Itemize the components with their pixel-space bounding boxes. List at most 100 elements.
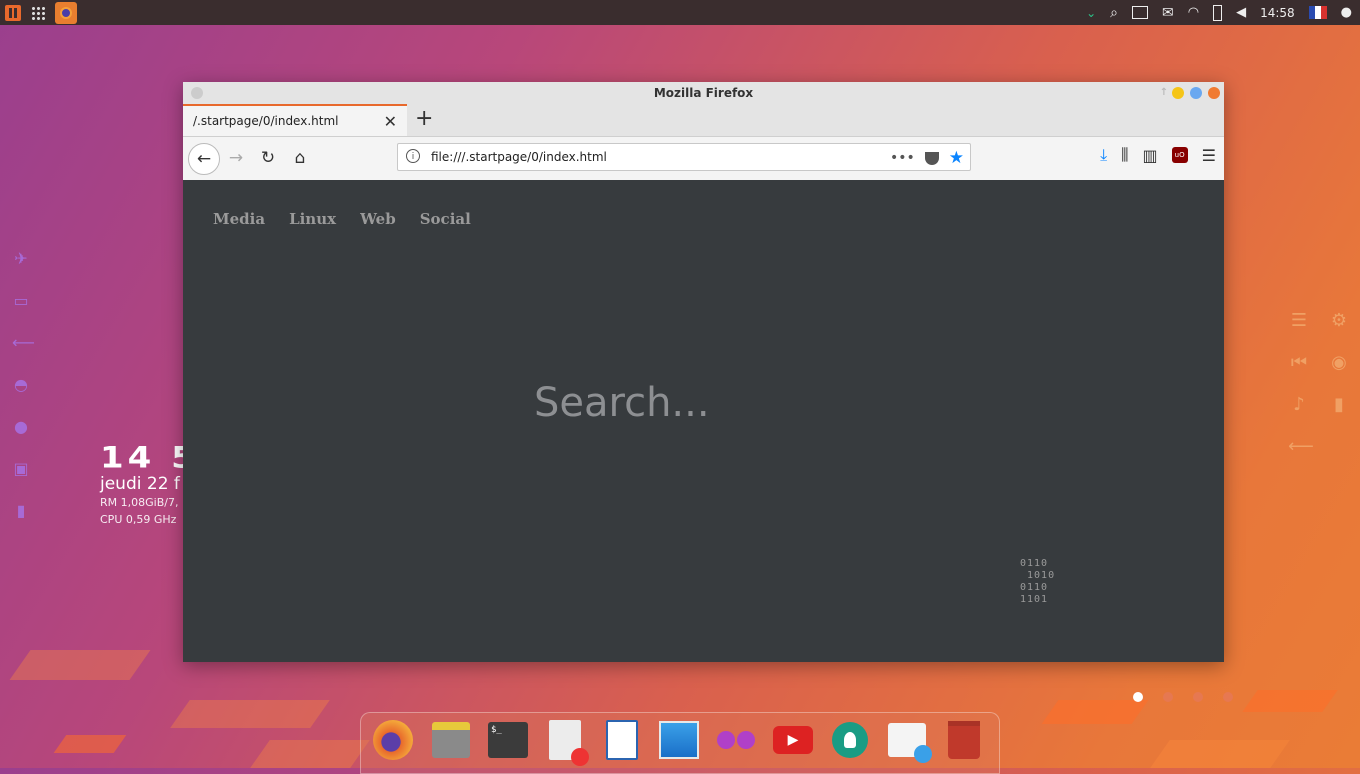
- flag-fr-icon[interactable]: [1308, 6, 1327, 19]
- chevron-down-icon[interactable]: ⌄: [1086, 6, 1096, 20]
- trash-icon: [948, 721, 980, 759]
- right-launcher-bar-2: ⚙ ◉ ▮: [1328, 310, 1350, 416]
- startpage-link-linux[interactable]: Linux: [289, 210, 336, 228]
- dock-youtube[interactable]: ▶: [772, 719, 814, 761]
- dock-terminal[interactable]: $_: [487, 719, 529, 761]
- left-launcher-bar: ✈ ▭ ⟵ ◓ ● ▣ ▮: [12, 250, 35, 520]
- dock-software-store[interactable]: [886, 719, 932, 763]
- dock-files[interactable]: [430, 719, 472, 761]
- eye-icon[interactable]: ◉: [1328, 352, 1350, 374]
- bg-tile: [1150, 740, 1290, 768]
- reload-button[interactable]: ↻: [253, 143, 283, 173]
- dock-screenshot[interactable]: [658, 719, 700, 761]
- tab-bar: /.startpage/0/index.html ✕ +: [183, 104, 1224, 137]
- pocket-icon[interactable]: [924, 151, 939, 165]
- workspace-dot[interactable]: [1193, 692, 1203, 702]
- screenshot-icon: [659, 721, 699, 759]
- dock-settings[interactable]: [829, 719, 871, 761]
- bar-chart-icon[interactable]: ▮: [1328, 394, 1350, 416]
- info-icon[interactable]: i: [406, 149, 420, 163]
- window-titlebar[interactable]: Mozilla Firefox ↑: [183, 82, 1224, 104]
- arrow-left-icon[interactable]: ⟵: [12, 334, 35, 352]
- lock-icon[interactable]: ▣: [12, 460, 30, 478]
- workspace-dot[interactable]: [1223, 692, 1233, 702]
- tab-title: /.startpage/0/index.html: [193, 114, 339, 128]
- window-icon[interactable]: [1131, 6, 1148, 19]
- airplane-icon[interactable]: ✈: [12, 250, 30, 268]
- youtube-icon: ▶: [773, 726, 813, 754]
- wifi-icon[interactable]: ◠: [1188, 5, 1199, 20]
- bg-tile: [9, 650, 151, 680]
- home-button[interactable]: ⌂: [285, 143, 315, 173]
- dock-music[interactable]: [715, 719, 757, 761]
- arrow-left-icon[interactable]: ⟵: [1288, 436, 1314, 458]
- app-menu-icon[interactable]: [5, 4, 21, 21]
- nav-bar: ← → ↻ ⌂ i file:///.startpage/0/index.htm…: [183, 137, 1224, 181]
- user-icon[interactable]: ●: [1341, 5, 1352, 20]
- firefox-window: Mozilla Firefox ↑ /.startpage/0/index.ht…: [183, 82, 1224, 662]
- minimize-button[interactable]: [1172, 87, 1184, 99]
- app-grid-icon[interactable]: [31, 5, 45, 20]
- skip-back-icon[interactable]: ⏮: [1288, 352, 1310, 374]
- window-dot-icon[interactable]: [191, 87, 203, 99]
- bg-tile: [1242, 690, 1338, 712]
- bg-tile: [1041, 700, 1149, 724]
- battery-icon[interactable]: [1213, 4, 1223, 21]
- dock-writer[interactable]: [601, 719, 643, 761]
- startpage-link-social[interactable]: Social: [420, 210, 471, 228]
- window-title: Mozilla Firefox: [653, 86, 754, 100]
- bg-tile: [170, 700, 330, 728]
- keep-above-icon[interactable]: ↑: [1158, 87, 1170, 99]
- startpage-link-media[interactable]: Media: [213, 210, 265, 228]
- sidebar-toggle-icon[interactable]: ▥: [1143, 146, 1158, 165]
- volume-icon[interactable]: ◀: [1236, 5, 1246, 20]
- writer-icon: [606, 720, 638, 760]
- panel-clock[interactable]: 14:58: [1260, 6, 1295, 20]
- startpage-content: Media Linux Web Social Search... 0110 1010 …: [183, 180, 1224, 662]
- dock-trash[interactable]: [943, 719, 985, 761]
- startpage-link-web[interactable]: Web: [360, 210, 396, 228]
- dock-firefox[interactable]: [372, 719, 414, 761]
- startpage-links: Media Linux Web Social: [213, 210, 471, 228]
- mask-icon[interactable]: ◓: [12, 376, 30, 394]
- software-store-icon: [888, 723, 932, 763]
- search-icon[interactable]: ⌕: [1110, 5, 1118, 21]
- settings-icon: [832, 722, 868, 758]
- menu-lines-icon[interactable]: ☰: [1288, 310, 1310, 332]
- bookmark-star-icon[interactable]: ★: [949, 148, 964, 168]
- firefox-icon: [373, 720, 413, 760]
- new-tab-button[interactable]: +: [415, 106, 433, 131]
- tab-startpage[interactable]: /.startpage/0/index.html ✕: [183, 104, 407, 136]
- terminal-icon: $_: [488, 722, 528, 758]
- download-icon[interactable]: ⤓: [1100, 145, 1107, 165]
- ublock-icon[interactable]: uO: [1171, 147, 1188, 163]
- dock-text-editor[interactable]: [544, 719, 589, 766]
- workspace-dot[interactable]: [1133, 692, 1143, 702]
- bg-tile: [250, 740, 370, 768]
- maximize-button[interactable]: [1190, 87, 1202, 99]
- top-panel: ⌄ ⌕ ✉ ◠ ◀ 14:58 ●: [0, 0, 1360, 25]
- url-bar[interactable]: i file:///.startpage/0/index.html ••• ★: [397, 143, 971, 171]
- url-text[interactable]: file:///.startpage/0/index.html: [431, 150, 607, 164]
- gear-icon[interactable]: ⚙: [1328, 310, 1350, 332]
- close-tab-icon[interactable]: ✕: [384, 112, 397, 131]
- back-button[interactable]: ←: [188, 143, 220, 175]
- right-launcher-bar: ☰ ⏮ ♪ ⟵: [1288, 310, 1314, 458]
- window-small-icon[interactable]: ▭: [12, 292, 30, 310]
- bg-tile: [53, 735, 127, 753]
- library-icon[interactable]: ⫼: [1121, 145, 1128, 165]
- music-icon: [717, 731, 755, 749]
- firefox-task-icon[interactable]: [55, 1, 77, 24]
- close-window-button[interactable]: [1208, 87, 1220, 99]
- music-note-icon[interactable]: ♪: [1288, 394, 1310, 416]
- hamburger-menu-icon[interactable]: ☰: [1202, 146, 1216, 165]
- more-actions-icon[interactable]: •••: [890, 150, 915, 166]
- bar-chart-icon[interactable]: ▮: [12, 502, 30, 520]
- search-field[interactable]: Search...: [534, 380, 710, 426]
- forward-button[interactable]: →: [221, 143, 251, 173]
- mail-icon[interactable]: ✉: [1162, 5, 1174, 21]
- text-editor-icon: [549, 720, 589, 766]
- binary-logo: 0110 1010 0110 1101: [1020, 558, 1056, 605]
- globe-icon[interactable]: ●: [12, 418, 30, 436]
- workspace-dot[interactable]: [1163, 692, 1173, 702]
